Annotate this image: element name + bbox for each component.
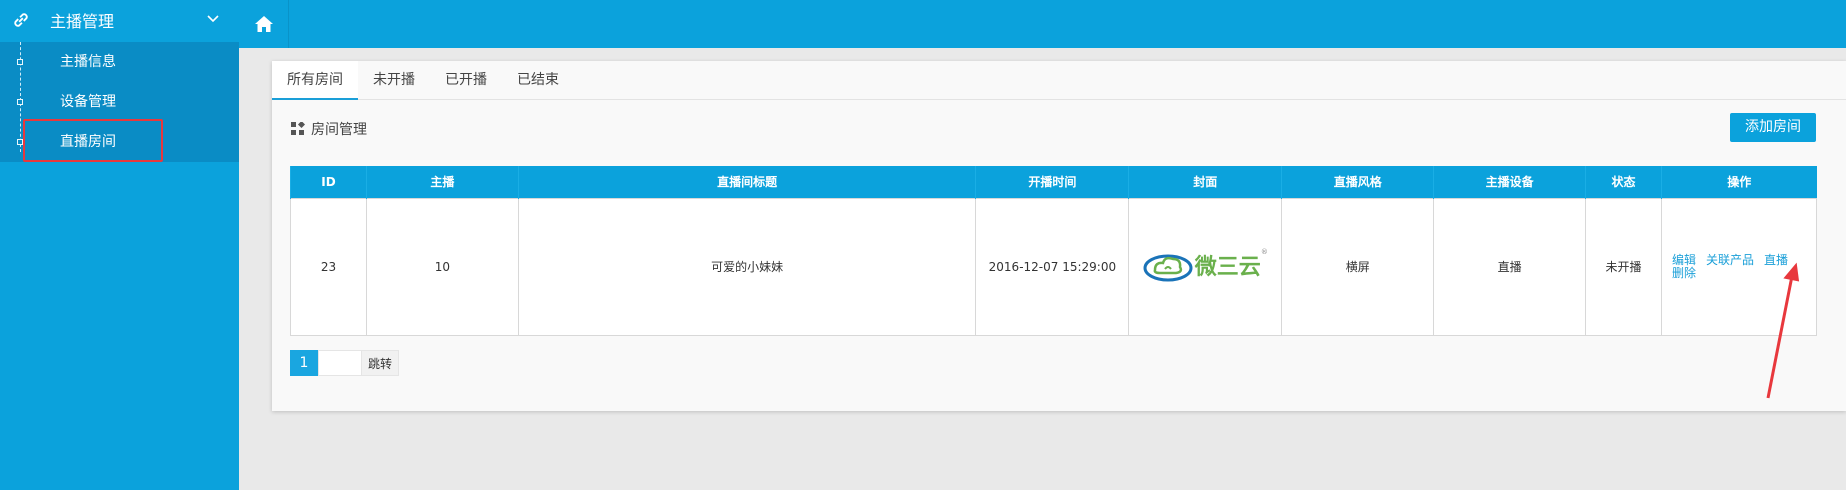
cell-anchor: 10 [365,197,519,336]
col-header-id: ID [290,166,367,198]
table-header-row: ID 主播 直播间标题 开播时间 封面 直播风格 主播设备 状态 操作 [290,166,1817,198]
sidebar-item-label: 主播信息 [60,54,116,70]
cell-device: 直播 [1433,197,1587,336]
cell-status: 未开播 [1585,197,1662,336]
sidebar-item-label: 设备管理 [60,94,116,110]
sidebar: 主播管理 主播信息 设备管理 直播房间 [0,0,239,490]
tab-not-started[interactable]: 未开播 [358,61,430,100]
rooms-table: ID 主播 直播间标题 开播时间 封面 直播风格 主播设备 状态 操作 23 1… [290,166,1818,336]
sidebar-menu-title: 主播管理 [50,12,115,31]
cell-cover: 微三云 ® [1128,197,1283,336]
top-bar [239,0,1846,48]
col-header-cover: 封面 [1128,166,1282,198]
page-jump-button[interactable]: 跳转 [362,350,400,376]
page-jump-input[interactable] [318,350,362,376]
cover-logo-text: 微三云 [1194,255,1261,280]
col-header-title: 直播间标题 [517,166,976,198]
tree-node-icon [17,99,23,105]
delete-link[interactable]: 删除 [1672,266,1696,280]
tab-live[interactable]: 已开播 [430,61,502,100]
tab-all-rooms[interactable]: 所有房间 [272,61,358,100]
cell-start-time: 2016-12-07 15:29:00 [975,197,1130,336]
cell-title: 可爱的小妹妹 [517,197,977,336]
annotation-arrow-icon [1766,262,1800,399]
link-icon [14,13,28,27]
col-header-device: 主播设备 [1433,166,1586,198]
home-icon [254,16,273,32]
edit-link[interactable]: 编辑 [1672,253,1696,267]
col-header-actions: 操作 [1660,166,1817,198]
pagination: 1 跳转 [290,350,400,376]
section-title-text: 房间管理 [311,122,367,138]
col-header-style: 直播风格 [1281,166,1434,198]
tree-node-icon [17,59,23,65]
cloud-logo-icon [1143,254,1193,282]
sidebar-menu-header[interactable]: 主播管理 [0,0,239,40]
cell-id: 23 [290,197,367,336]
section-title: 房间管理 [291,119,367,139]
grid-icon [291,122,305,135]
chevron-down-icon[interactable] [206,12,220,26]
col-header-status: 状态 [1585,166,1662,198]
col-header-start-time: 开播时间 [975,166,1129,198]
sidebar-item-anchor-info[interactable]: 主播信息 [0,42,239,82]
related-products-link[interactable]: 关联产品 [1706,253,1754,267]
main-panel: 所有房间 未开播 已开播 已结束 房间管理 添加房间 ID 主播 直播间标题 开… [272,61,1846,411]
registered-mark-icon: ® [1260,248,1268,256]
sidebar-item-device-management[interactable]: 设备管理 [0,82,239,122]
home-button[interactable] [239,0,289,48]
highlight-box [23,119,163,162]
page-number-current[interactable]: 1 [290,350,318,376]
tab-ended[interactable]: 已结束 [502,61,574,100]
col-header-anchor: 主播 [365,166,519,198]
cell-style: 横屏 [1281,197,1435,336]
cover-image: 微三云 ® [1143,248,1268,282]
table-row: 23 10 可爱的小妹妹 2016-12-07 15:29:00 微三云 ® 横… [290,197,1818,336]
add-room-button[interactable]: 添加房间 [1730,113,1816,142]
tab-bar: 所有房间 未开播 已开播 已结束 [272,61,1846,100]
